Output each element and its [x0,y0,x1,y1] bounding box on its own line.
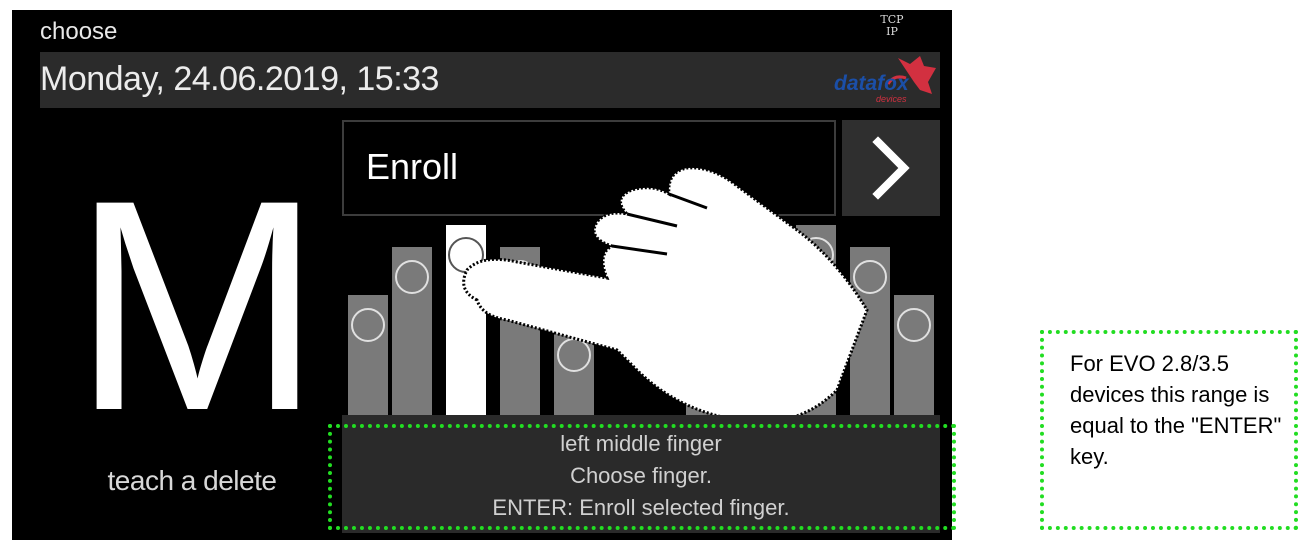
enter-range-highlight [328,424,956,530]
annotation-text: For EVO 2.8/3.5 devices this range is eq… [1070,351,1282,469]
finger-left-ring[interactable] [392,247,432,415]
pointing-hand-icon [462,166,869,424]
finger-right-pinky[interactable] [894,295,934,415]
mode-label: teach a delete [107,465,277,496]
logo-wordmark: datafox [834,72,909,95]
date-bar: Monday, 24.06.2019, 15:33 datafox device… [40,52,940,108]
screen-title: choose [40,18,118,45]
tcp-ip-badge: TCP IP [872,14,912,38]
mode-letter: M [72,137,322,473]
annotation-note: For EVO 2.8/3.5 devices this range is eq… [1040,330,1298,530]
ip-badge-line: IP [886,25,898,38]
logo-subtext: devices [876,94,907,104]
datafox-logo: datafox devices [828,54,940,108]
finger-left-pinky[interactable] [348,295,388,415]
datetime-display: Monday, 24.06.2019, 15:33 [40,60,439,98]
